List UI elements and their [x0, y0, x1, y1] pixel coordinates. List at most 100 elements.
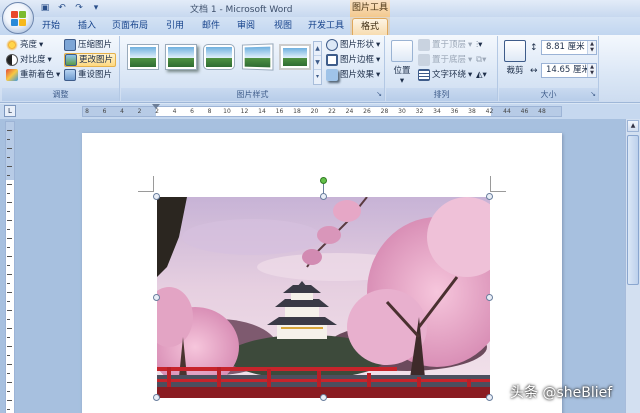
picture-style-2[interactable] — [165, 44, 197, 70]
ruler-tick-label: 32 — [415, 108, 424, 115]
undo-icon[interactable]: ↶ — [55, 2, 69, 15]
vertical-ruler-tick — [7, 211, 10, 212]
picture-style-1[interactable] — [127, 44, 159, 70]
resize-handle-bottom-left[interactable] — [153, 394, 160, 401]
ruler-tick-label: 48 — [538, 108, 546, 115]
customize-qat-icon[interactable]: ▾ — [89, 2, 103, 15]
resize-handle-top[interactable] — [320, 193, 327, 200]
recolor-button[interactable]: 重新着色 ▾ — [6, 68, 60, 82]
group-objects-button[interactable]: ⧉▾ — [476, 53, 486, 67]
ruler-tick-label: 8 — [207, 108, 212, 115]
contrast-icon — [6, 54, 18, 66]
ruler-tick-label: 6 — [102, 108, 107, 115]
position-button[interactable]: 位置 ▾ — [390, 40, 414, 86]
resize-handle-top-right[interactable] — [486, 193, 493, 200]
rotate-handle[interactable] — [320, 177, 327, 184]
picture-effects-button[interactable]: 图片效果 ▾ — [326, 68, 380, 82]
resize-handle-bottom-right[interactable] — [486, 394, 493, 401]
spinner-arrows-icon[interactable]: ▲ ▼ — [587, 41, 596, 54]
indent-marker-icon[interactable] — [152, 104, 160, 109]
office-button[interactable] — [2, 2, 34, 34]
ruler-tick-label: 44 — [503, 108, 511, 115]
tab-references[interactable]: 引用 — [160, 18, 190, 35]
scroll-up-icon[interactable]: ▲ — [627, 120, 639, 132]
resize-handle-right[interactable] — [486, 294, 493, 301]
style-gallery-scroll[interactable]: ▲ ▼ ▾ — [313, 41, 322, 85]
resize-handle-left[interactable] — [153, 294, 160, 301]
ribbon-tabs: 开始 插入 页面布局 引用 邮件 审阅 视图 开发工具 格式 — [0, 17, 640, 35]
picture-border-button[interactable]: 图片边框 ▾ — [326, 53, 380, 67]
send-back-icon — [418, 54, 430, 66]
picture-style-3[interactable] — [203, 44, 235, 70]
change-picture-button[interactable]: 更改图片 — [64, 53, 117, 67]
ruler-tick-label: 46 — [520, 108, 529, 115]
tab-insert[interactable]: 插入 — [72, 18, 102, 35]
rotate-button[interactable]: ◭▾ — [476, 68, 487, 82]
group-picture-styles: ▲ ▼ ▾ 图片形状 ▾ 图片边框 ▾ 图片效果 ▾ 图片样式 ↘ — [121, 36, 385, 101]
send-to-back-button[interactable]: 置于底层 ▾ — [418, 53, 472, 67]
dialog-launcher-icon[interactable]: ↘ — [376, 90, 382, 99]
ribbon: 亮度 ▾ 对比度 ▾ 重新着色 ▾ 压缩图片 更改图片 重设图片 调整 ▲ ▼ … — [0, 35, 640, 103]
bring-front-icon — [418, 39, 430, 51]
text-wrap-button[interactable]: 文字环绕 ▾ — [418, 68, 472, 82]
group-label-size: 大小 — [499, 88, 598, 101]
ruler-tick-label: 4 — [120, 108, 124, 115]
height-icon: ↕ — [530, 43, 538, 53]
rotate-icon: ◭▾ — [476, 70, 487, 80]
height-spinner[interactable]: 8.81 厘米 ▲ ▼ — [541, 40, 597, 55]
brightness-button[interactable]: 亮度 ▾ — [6, 38, 43, 52]
save-icon[interactable]: ▣ — [38, 2, 52, 15]
vertical-scrollbar[interactable]: ▲ — [625, 119, 640, 413]
tab-page-layout[interactable]: 页面布局 — [108, 18, 152, 35]
scroll-thumb[interactable] — [627, 135, 639, 285]
contrast-button[interactable]: 对比度 ▾ — [6, 53, 52, 67]
vertical-ruler-tick — [7, 175, 10, 176]
vertical-ruler-tick — [7, 157, 10, 158]
vertical-ruler-tick — [7, 166, 12, 167]
tab-format[interactable]: 格式 — [352, 18, 388, 35]
dialog-launcher-icon[interactable]: ↘ — [590, 90, 596, 99]
reset-picture-icon — [64, 69, 76, 81]
vertical-ruler-tick — [7, 274, 12, 275]
vertical-ruler-tick — [7, 328, 12, 329]
vertical-ruler-tick — [7, 265, 10, 266]
resize-handle-bottom[interactable] — [320, 394, 327, 401]
vertical-ruler-tick — [7, 373, 10, 374]
gallery-up-icon[interactable]: ▲ — [314, 42, 321, 56]
tab-home[interactable]: 开始 — [36, 18, 66, 35]
tab-review[interactable]: 审阅 — [231, 18, 261, 35]
ruler-tick-label: 36 — [450, 108, 459, 115]
tab-view[interactable]: 视图 — [268, 18, 298, 35]
vertical-ruler-tick — [7, 292, 12, 293]
resize-handle-top-left[interactable] — [153, 193, 160, 200]
gallery-more-icon[interactable]: ▾ — [314, 70, 321, 84]
group-arrange: 位置 ▾ 置于顶层 ▾ 置于底层 ▾ 文字环绕 ▾ ⫶▾ ⧉▾ ◭▾ 排列 — [386, 36, 498, 101]
compress-picture-button[interactable]: 压缩图片 — [64, 38, 112, 52]
tab-mailings[interactable]: 邮件 — [196, 18, 226, 35]
vertical-ruler-tick — [7, 409, 10, 410]
ruler-tick-label: 6 — [190, 108, 194, 115]
picture-style-5[interactable] — [279, 44, 311, 70]
picture-style-4[interactable] — [241, 43, 274, 71]
align-button[interactable]: ⫶▾ — [476, 38, 482, 52]
picture-shape-button[interactable]: 图片形状 ▾ — [326, 38, 380, 52]
spinner-arrows-icon[interactable]: ▲ ▼ — [587, 64, 596, 77]
width-spinner[interactable]: 14.65 厘米 ▲ ▼ — [541, 63, 597, 78]
vertical-ruler[interactable] — [5, 121, 15, 413]
tab-developer[interactable]: 开发工具 — [304, 18, 348, 35]
inserted-picture[interactable] — [157, 197, 490, 398]
vertical-ruler-tick — [7, 337, 10, 338]
gallery-down-icon[interactable]: ▼ — [314, 56, 321, 70]
group-label-picture-styles: 图片样式 — [121, 88, 384, 101]
crop-button[interactable]: 裁剪 — [502, 40, 528, 76]
bring-to-front-button[interactable]: 置于顶层 ▾ — [418, 38, 472, 52]
vertical-ruler-tick — [7, 310, 12, 311]
vertical-ruler-tick — [7, 139, 10, 140]
vertical-ruler-tick — [7, 283, 10, 284]
tab-selector-icon[interactable]: L — [4, 105, 16, 117]
redo-icon[interactable]: ↷ — [72, 2, 86, 15]
vertical-ruler-tick — [7, 355, 10, 356]
reset-picture-button[interactable]: 重设图片 — [64, 68, 112, 82]
position-icon — [391, 40, 413, 62]
ruler-row: L 8 6 4 2 2 4 6 8 10 12 14 16 18 20 22 24 26 28 30 32 34 36 38… — [0, 104, 640, 221]
